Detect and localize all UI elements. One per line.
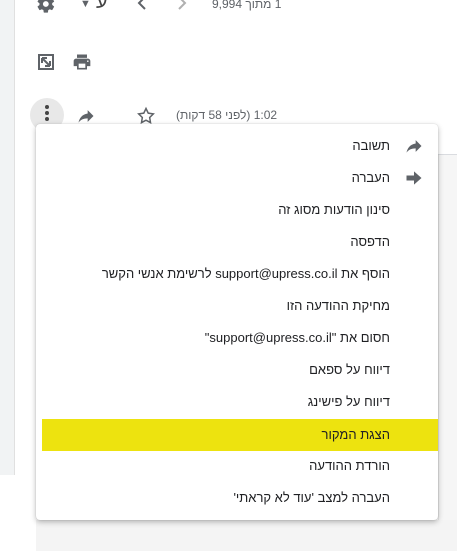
menu-item-show-original[interactable]: הצגת המקור	[42, 419, 438, 451]
menu-item-download[interactable]: הורדת ההודעה	[36, 450, 438, 482]
message-count: 1 מתוך 9,994	[212, 0, 282, 11]
menu-item-delete[interactable]: מחיקת ההודעה הזו	[36, 290, 438, 322]
gear-icon[interactable]	[36, 0, 56, 14]
menu-item-print[interactable]: הדפסה	[36, 226, 438, 258]
message-body-background	[36, 520, 457, 551]
message-actions-menu: תשובה העברה סינון הודעות מסוג זה הדפסה ה…	[36, 124, 438, 520]
print-icon[interactable]	[70, 50, 94, 74]
chevron-right-icon[interactable]	[176, 0, 188, 16]
menu-item-add-contact[interactable]: הוסף את support@upress.co.il לרשימת אנשי…	[36, 258, 438, 290]
reply-icon	[404, 136, 424, 156]
menu-item-report-spam[interactable]: דיווח על ספאם	[36, 354, 438, 386]
forward-icon	[404, 168, 424, 188]
caret-down-icon[interactable]: ▼	[80, 0, 91, 10]
menu-item-forward[interactable]: העברה	[36, 162, 438, 194]
menu-item-mark-unread[interactable]: העברה למצב 'עוד לא קראתי'	[36, 482, 438, 514]
chevron-left-icon[interactable]	[136, 0, 148, 16]
input-language-button[interactable]: ע	[96, 0, 108, 14]
divider	[438, 154, 457, 155]
open-in-new-window-icon[interactable]	[34, 50, 58, 74]
menu-item-filter[interactable]: סינון הודעות מסוג זה	[36, 194, 438, 226]
menu-item-block[interactable]: חסום את "support@upress.co.il"	[36, 322, 438, 354]
message-time: 1:02 (לפני 58 דקות)	[176, 108, 278, 122]
right-panel-edge	[438, 155, 457, 551]
top-toolbar: ▼ ע 1 מתוך 9,994	[0, 0, 457, 22]
menu-item-reply[interactable]: תשובה	[36, 130, 438, 162]
menu-item-report-phishing[interactable]: דיווח על פישינג	[36, 386, 438, 418]
left-panel-edge	[0, 0, 15, 475]
